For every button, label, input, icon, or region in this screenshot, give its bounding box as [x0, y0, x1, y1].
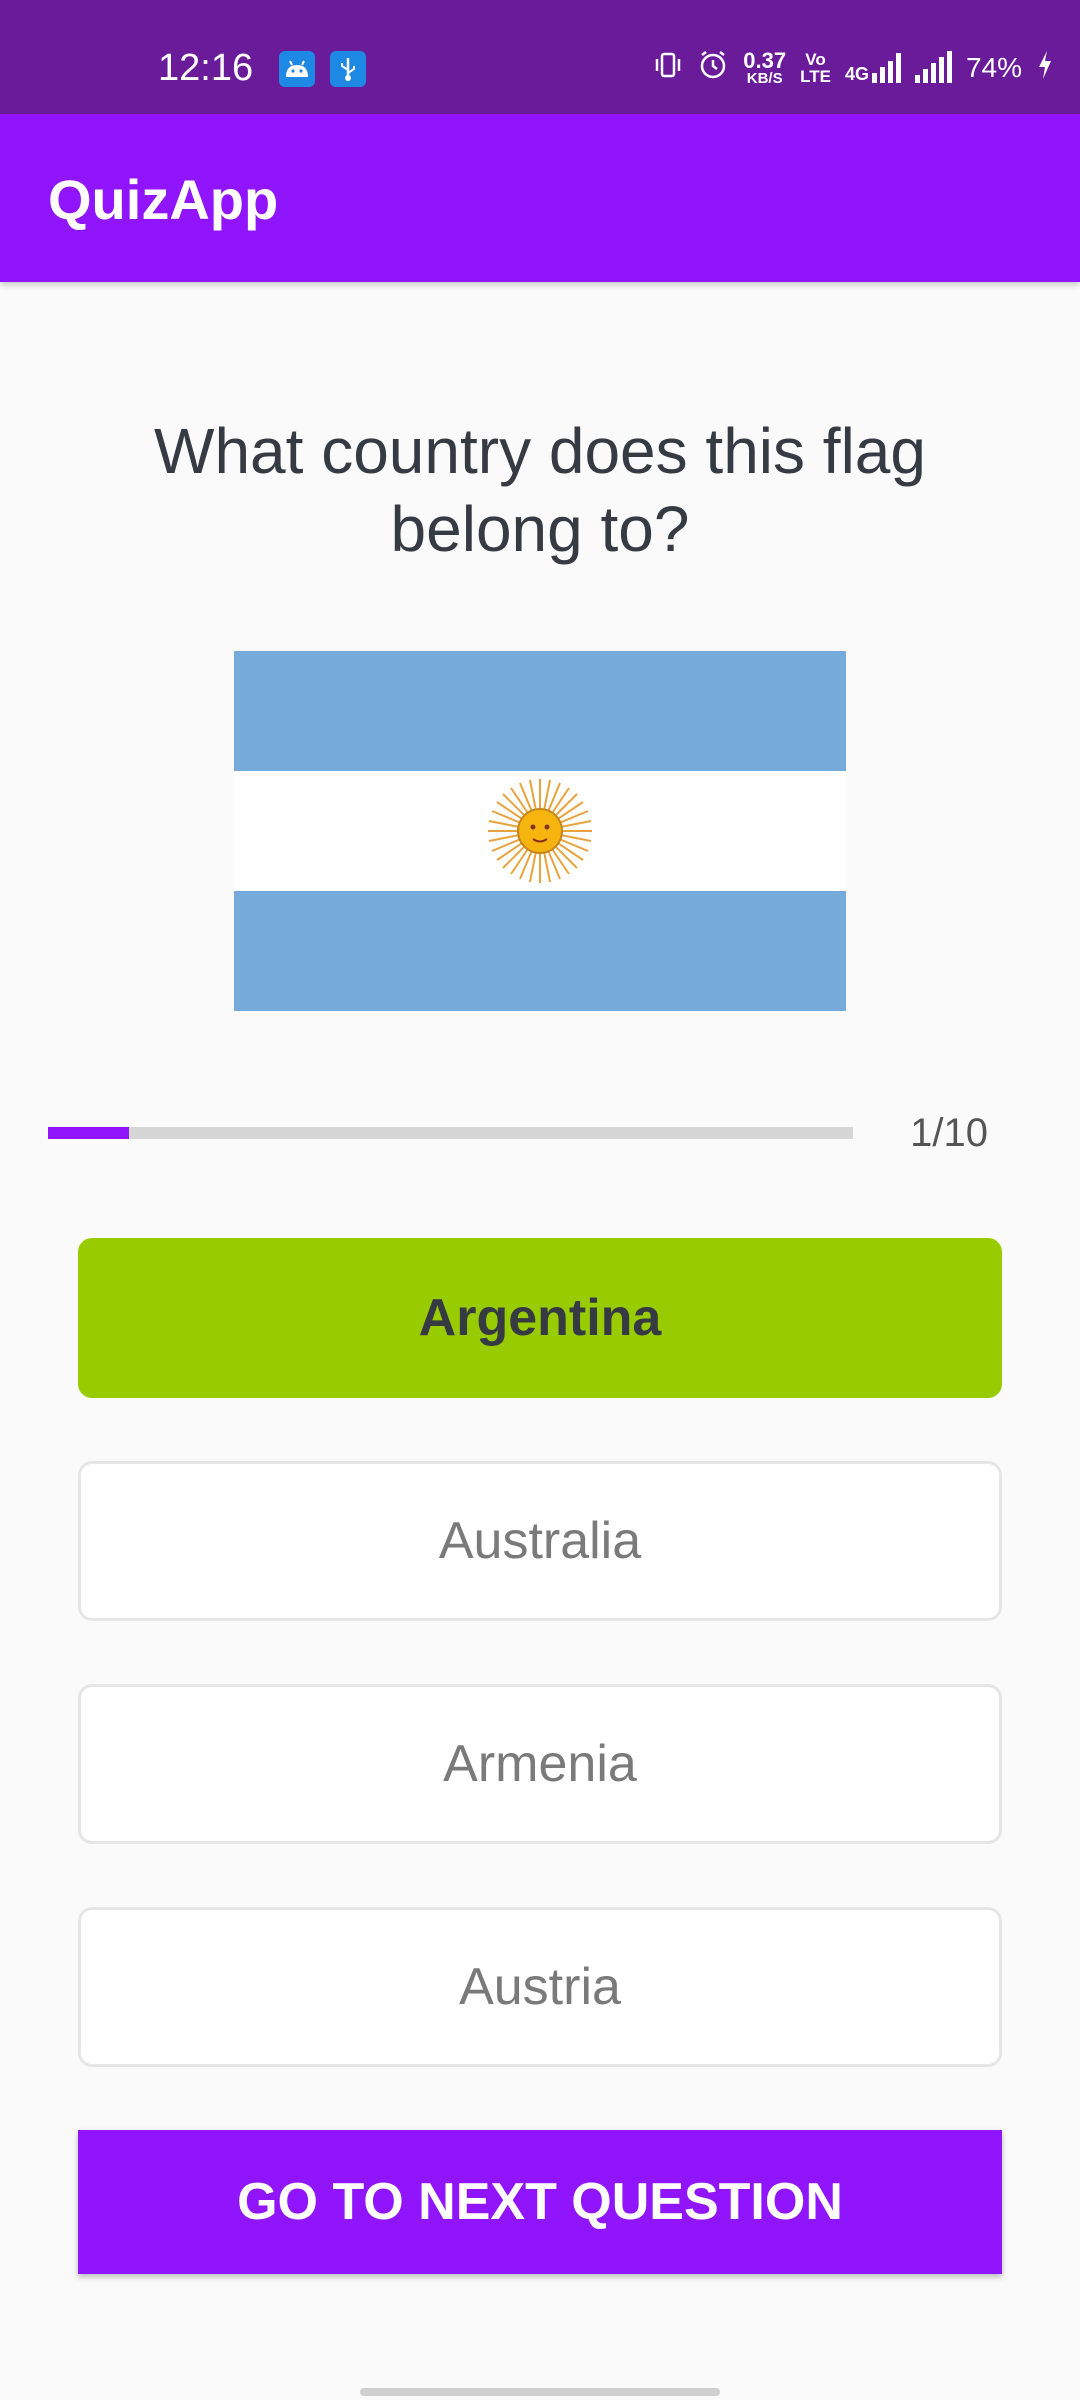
alarm-icon [697, 49, 729, 88]
signal-icon-sim2 [914, 51, 952, 83]
progress-bar [48, 1127, 853, 1139]
vibrate-icon [653, 50, 683, 87]
progress-label: 1/10 [910, 1111, 988, 1155]
option-argentina[interactable]: Argentina [78, 1238, 1002, 1398]
flag-argentina-icon [234, 651, 846, 1011]
volte-bottom: LTE [800, 67, 831, 86]
net-speed: 0.37 KB/S [743, 47, 787, 87]
question-text: What country does this flag belong to? [154, 415, 926, 565]
status-bar: 12:16 0.37 KB/S Vo LTE 4G 74% [0, 0, 1080, 114]
option-armenia[interactable]: Armenia [78, 1684, 1002, 1844]
network-type: 4G [844, 64, 869, 84]
volte-top: Vo [805, 50, 826, 69]
gesture-nav-handle[interactable] [360, 2388, 720, 2396]
status-time: 12:16 [158, 47, 254, 89]
signal-icon: 4G [845, 53, 901, 83]
option-austria[interactable]: Austria [78, 1907, 1002, 2067]
battery-level: 74% [965, 52, 1022, 83]
next-question-button[interactable]: GO TO NEXT QUESTION [78, 2130, 1002, 2274]
android-icon [279, 51, 315, 87]
flag-image [234, 651, 846, 1011]
status-icons: 0.37 KB/S Vo LTE 4G 74% [653, 44, 1054, 92]
progress-fill [48, 1127, 129, 1139]
usb-icon [330, 51, 366, 87]
battery-charging-icon [1036, 49, 1054, 88]
net-speed-unit: KB/S [746, 69, 783, 87]
option-australia[interactable]: Australia [78, 1461, 1002, 1621]
app-title: QuizApp [48, 168, 279, 231]
app-bar: QuizApp [0, 114, 1080, 282]
net-speed-value: 0.37 [743, 47, 787, 73]
volte-indicator: Vo LTE [800, 51, 831, 85]
